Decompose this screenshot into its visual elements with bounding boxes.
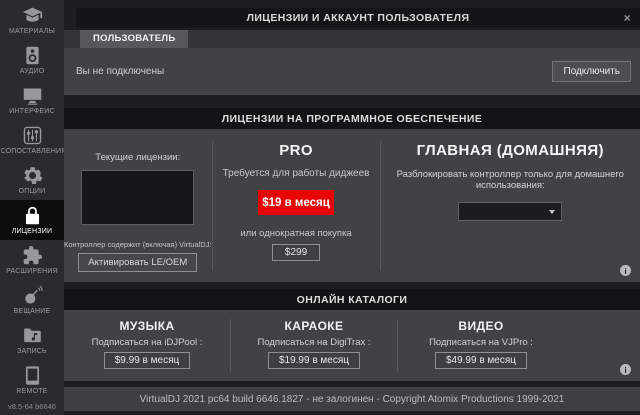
sidebar-item-label: ЗАПИСЬ xyxy=(17,348,47,355)
catalog-title: ВИДЕО xyxy=(458,319,503,333)
catalog-karaoke-column: КАРАОКЕ Подписаться на DigiTrax : $19.99… xyxy=(231,310,397,381)
tab-user[interactable]: ПОЛЬЗОВАТЕЛЬ xyxy=(80,30,188,48)
main-content: ЛИЦЕНЗИИ И АККАУНТ ПОЛЬЗОВАТЕЛЯ × ПОЛЬЗО… xyxy=(64,0,640,415)
graduation-cap-icon xyxy=(22,5,43,26)
build-footer: VirtualDJ 2021 pc64 build 6646.1827 - не… xyxy=(64,387,640,411)
sidebar-item-label: АУДИО xyxy=(20,68,45,75)
section-gap xyxy=(64,95,640,108)
virtualdj-settings-window: МАТЕРИАЛЫ АУДИО ИНТЕРФЕЙС СОПОСТАВЛЕНИЯ … xyxy=(0,0,640,415)
catalog-karaoke-subscribe-button[interactable]: $19.99 в месяц xyxy=(268,352,360,369)
catalog-subtitle: Подписаться на VJPro : xyxy=(429,337,533,348)
connection-status: Вы не подключены xyxy=(76,66,164,77)
monitor-icon xyxy=(22,85,43,106)
activate-le-oem-button[interactable]: Активировать LE/OEM xyxy=(78,253,197,272)
tablet-icon xyxy=(22,365,43,386)
software-licenses-header: ЛИЦЕНЗИИ НА ПРОГРАММНОЕ ОБЕСПЕЧЕНИЕ xyxy=(64,108,640,129)
pro-subtitle: Требуется для работы диджеев xyxy=(223,168,370,179)
sidebar-item-materials[interactable]: МАТЕРИАЛЫ xyxy=(0,0,64,40)
sidebar-item-licenses[interactable]: ЛИЦЕНЗИИ xyxy=(0,200,64,240)
home-title: ГЛАВНАЯ (ДОМАШНЯЯ) xyxy=(417,142,604,159)
sidebar-item-audio[interactable]: АУДИО xyxy=(0,40,64,80)
pro-license-column: PRO Требуется для работы диджеев $19 в м… xyxy=(213,129,380,282)
online-catalogs-header: ОНЛАЙН КАТАЛОГИ xyxy=(64,289,640,310)
controller-note: Контроллер содержит (включая) VirtualDJ: xyxy=(64,240,212,249)
speaker-icon xyxy=(22,45,43,66)
sidebar-item-label: ИНТЕРФЕЙС xyxy=(9,108,55,115)
catalog-subtitle: Подписаться на DigiTrax : xyxy=(257,337,370,348)
chevron-down-icon xyxy=(549,210,555,214)
home-license-column: ГЛАВНАЯ (ДОМАШНЯЯ) Разблокировать контро… xyxy=(381,129,640,282)
catalogs-info-icon[interactable]: i xyxy=(620,364,631,375)
software-licenses-panel: Текущие лицензии: Контроллер содержит (в… xyxy=(64,129,640,282)
sidebar-item-record[interactable]: ЗАПИСЬ xyxy=(0,320,64,360)
user-panel: Вы не подключены Подключить xyxy=(64,48,640,95)
puzzle-icon xyxy=(22,245,43,266)
close-icon[interactable]: × xyxy=(624,11,631,25)
sidebar-item-label: РАСШИРЕНИЯ xyxy=(6,268,58,275)
folder-music-icon xyxy=(22,325,43,346)
home-controller-select[interactable] xyxy=(458,202,562,221)
sidebar-item-extensions[interactable]: РАСШИРЕНИЯ xyxy=(0,240,64,280)
sidebar-item-label: ЛИЦЕНЗИИ xyxy=(12,228,52,235)
current-licenses-column: Текущие лицензии: Контроллер содержит (в… xyxy=(64,129,212,282)
sidebar-item-broadcast[interactable]: ВЕЩАНИЕ xyxy=(0,280,64,320)
gear-icon xyxy=(22,165,43,186)
home-subtitle: Разблокировать контроллер только для дом… xyxy=(381,169,640,191)
sidebar-item-label: ОПЦИИ xyxy=(19,188,46,195)
catalog-music-column: МУЗЫКА Подписаться на iDJPool : $9.99 в … xyxy=(64,310,230,381)
licenses-info-icon[interactable]: i xyxy=(620,265,631,276)
settings-sidebar: МАТЕРИАЛЫ АУДИО ИНТЕРФЕЙС СОПОСТАВЛЕНИЯ … xyxy=(0,0,64,415)
catalog-title: МУЗЫКА xyxy=(119,319,174,333)
lock-icon xyxy=(22,205,43,226)
catalog-video-column: ВИДЕО Подписаться на VJPro : $49.99 в ме… xyxy=(398,310,640,381)
page-title: ЛИЦЕНЗИИ И АККАУНТ ПОЛЬЗОВАТЕЛЯ xyxy=(247,12,470,24)
sidebar-item-label: ВЕЩАНИЕ xyxy=(14,308,51,315)
sidebar-item-interface[interactable]: ИНТЕРФЕЙС xyxy=(0,80,64,120)
sidebar-item-mappings[interactable]: СОПОСТАВЛЕНИЯ xyxy=(0,120,64,160)
sidebar-item-remote[interactable]: REMOTE xyxy=(0,360,64,400)
current-licenses-label: Текущие лицензии: xyxy=(95,152,180,163)
app-version: v8.5-64 b6646 xyxy=(0,400,64,415)
pro-onetime-button[interactable]: $299 xyxy=(272,244,320,261)
catalog-subtitle: Подписаться на iDJPool : xyxy=(92,337,203,348)
pro-or-text: или однократная покупка xyxy=(240,228,351,239)
catalog-video-subscribe-button[interactable]: $49.99 в месяц xyxy=(435,352,527,369)
pro-title: PRO xyxy=(279,142,313,159)
sidebar-item-options[interactable]: ОПЦИИ xyxy=(0,160,64,200)
catalog-title: КАРАОКЕ xyxy=(285,319,344,333)
current-licenses-list xyxy=(81,170,194,225)
satellite-icon xyxy=(22,285,43,306)
connect-button[interactable]: Подключить xyxy=(552,61,631,82)
page-title-bar: ЛИЦЕНЗИИ И АККАУНТ ПОЛЬЗОВАТЕЛЯ × xyxy=(76,8,640,28)
user-tabstrip: ПОЛЬЗОВАТЕЛЬ xyxy=(64,30,640,48)
sliders-icon xyxy=(22,125,43,146)
catalog-music-subscribe-button[interactable]: $9.99 в месяц xyxy=(104,352,190,369)
sidebar-item-label: МАТЕРИАЛЫ xyxy=(9,28,55,35)
sidebar-item-label: СОПОСТАВЛЕНИЯ xyxy=(1,148,64,155)
online-catalogs-panel: МУЗЫКА Подписаться на iDJPool : $9.99 в … xyxy=(64,310,640,381)
section-gap xyxy=(64,282,640,289)
sidebar-item-label: REMOTE xyxy=(16,388,47,395)
pro-monthly-button[interactable]: $19 в месяц xyxy=(258,190,334,215)
